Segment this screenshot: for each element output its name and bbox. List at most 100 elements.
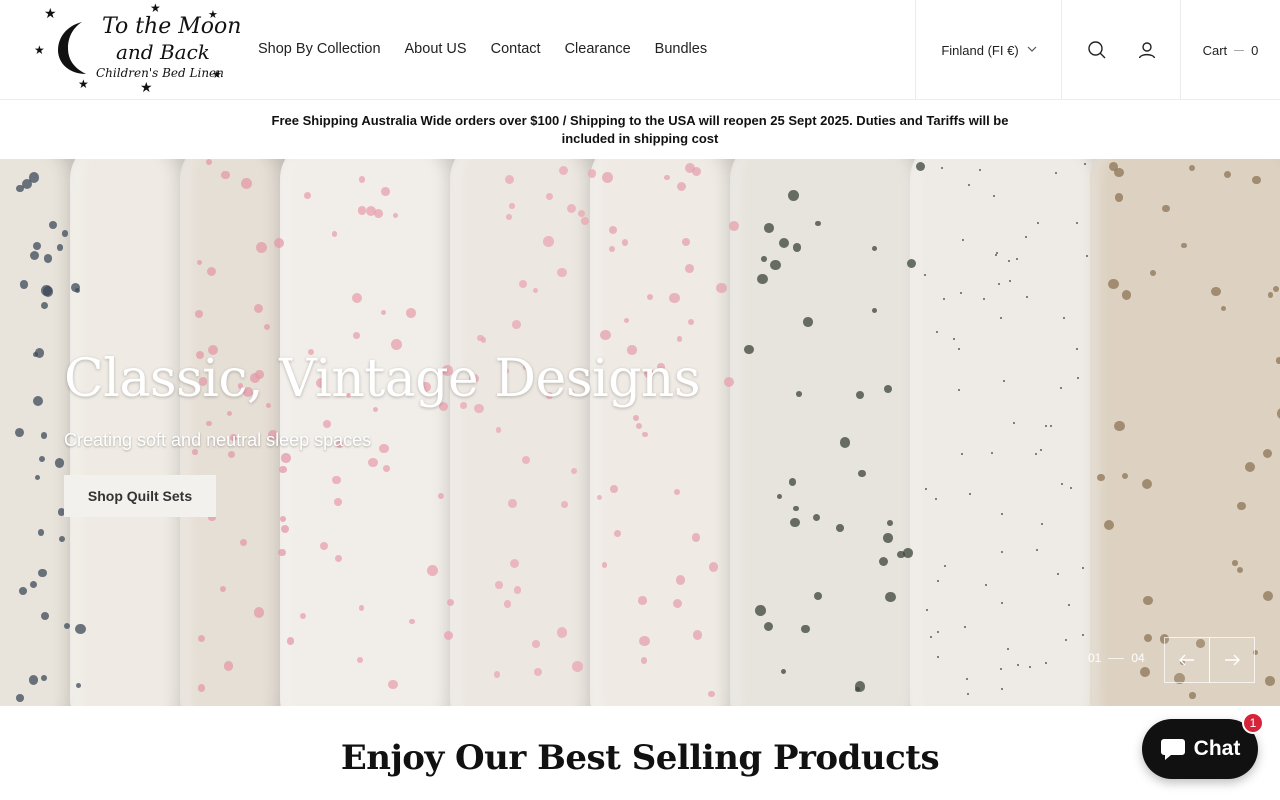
pattern-dot	[1000, 550, 1003, 553]
pattern-dot	[1265, 676, 1275, 686]
pattern-dot	[280, 525, 289, 534]
country-selector[interactable]: Finland (FI €)	[915, 0, 1062, 100]
star-icon: ★	[78, 77, 89, 91]
nav-about-us[interactable]: About US	[405, 41, 467, 57]
pattern-dot	[788, 478, 797, 486]
star-icon: ★	[140, 79, 153, 95]
pattern-dot	[1044, 662, 1047, 665]
pattern-dot	[646, 294, 653, 301]
pattern-dot	[1141, 479, 1152, 490]
pattern-dot	[966, 677, 969, 680]
pattern-dot	[623, 318, 629, 324]
quilt-fold	[450, 159, 600, 706]
pattern-dot	[1140, 667, 1150, 678]
pattern-dot	[221, 170, 230, 179]
pattern-dot	[368, 457, 378, 468]
pattern-dot	[959, 292, 962, 295]
quilt-fold	[590, 159, 740, 706]
pattern-dot	[1211, 286, 1221, 297]
pattern-dot	[581, 216, 589, 225]
pattern-dot	[885, 592, 896, 603]
pattern-dot	[999, 316, 1002, 319]
pattern-dot	[74, 623, 86, 635]
pattern-dot	[795, 391, 802, 397]
pattern-dot	[70, 283, 80, 293]
pattern-dot	[924, 487, 927, 490]
shop-quilt-sets-button[interactable]: Shop Quilt Sets	[64, 475, 216, 517]
pattern-dot	[757, 273, 768, 285]
pattern-dot	[1189, 692, 1196, 699]
pattern-dot	[779, 237, 790, 248]
pattern-dot	[1075, 347, 1078, 350]
pattern-dot	[1082, 633, 1085, 636]
pattern-dot	[503, 600, 512, 608]
slide-total: 04	[1131, 651, 1145, 665]
pattern-dot	[21, 179, 32, 190]
pattern-dot	[801, 624, 810, 634]
pattern-dot	[380, 309, 386, 315]
cart-count: 0	[1251, 42, 1259, 58]
pattern-dot	[803, 317, 813, 327]
pattern-dot	[197, 684, 206, 692]
pattern-dot	[608, 226, 617, 235]
pattern-dot	[37, 529, 44, 536]
pattern-dot	[687, 318, 694, 325]
pattern-dot	[1223, 170, 1231, 178]
pattern-dot	[1064, 639, 1067, 641]
pattern-dot	[505, 214, 512, 220]
hero-slideshow: Classic, Vintage Designs Creating soft a…	[0, 159, 1280, 706]
logo-text: To the Moon	[102, 14, 242, 39]
pattern-dot	[253, 606, 265, 618]
pattern-dot	[1069, 487, 1072, 490]
pattern-dot	[600, 329, 611, 341]
pattern-dot	[40, 611, 49, 620]
pattern-dot	[379, 443, 389, 454]
pattern-dot	[1059, 386, 1062, 389]
account-icon[interactable]	[1137, 40, 1157, 60]
pattern-dot	[304, 191, 312, 199]
moon-icon	[58, 22, 86, 74]
pattern-dot	[1062, 316, 1065, 319]
pattern-dot	[508, 499, 517, 508]
chat-notification-badge: 1	[1242, 712, 1264, 734]
best-sellers-heading: Enjoy Our Best Selling Products	[340, 738, 940, 778]
announcement-bar: Free Shipping Australia Wide orders over…	[0, 101, 1280, 159]
pattern-dot	[557, 267, 567, 278]
pattern-dot	[790, 517, 800, 528]
pattern-dot	[571, 661, 583, 673]
pattern-dot	[761, 255, 767, 262]
nav-bundles[interactable]: Bundles	[655, 41, 707, 57]
pattern-dot	[41, 675, 47, 681]
next-slide-button[interactable]	[1209, 637, 1255, 683]
pattern-dot	[675, 575, 686, 585]
pattern-dot	[1085, 254, 1088, 257]
nav-contact[interactable]: Contact	[491, 41, 541, 57]
pattern-dot	[352, 332, 360, 339]
store-logo[interactable]: ★ ★ ★ ★ ★ ★ ★ To the Moon and Back Child…	[30, 2, 241, 96]
pattern-dot	[356, 657, 363, 663]
nav-shop-by-collection[interactable]: Shop By Collection	[258, 41, 381, 57]
pattern-dot	[1054, 172, 1057, 175]
pattern-dot	[279, 516, 286, 523]
pattern-dot	[587, 169, 597, 178]
pattern-dot	[754, 604, 766, 616]
pattern-dot	[1143, 595, 1153, 606]
pattern-dot	[332, 475, 341, 485]
cart-button[interactable]: Cart 0	[1180, 0, 1280, 100]
chat-button[interactable]: Chat	[1142, 719, 1258, 779]
pattern-dot	[787, 190, 799, 202]
divider	[1108, 657, 1125, 659]
pattern-dot	[897, 550, 905, 559]
pattern-dot	[1121, 290, 1132, 300]
nav-clearance[interactable]: Clearance	[565, 41, 631, 57]
pattern-dot	[1114, 193, 1124, 202]
previous-slide-button[interactable]	[1164, 637, 1210, 683]
arrow-right-icon	[1225, 654, 1240, 666]
pattern-dot	[495, 580, 503, 589]
pattern-dot	[522, 455, 530, 464]
pattern-dot	[1045, 424, 1048, 427]
search-icon[interactable]	[1087, 40, 1107, 60]
announcement-text: Free Shipping Australia Wide orders over…	[271, 113, 1009, 146]
arrow-left-icon	[1179, 654, 1194, 666]
pattern-dot	[936, 579, 939, 582]
